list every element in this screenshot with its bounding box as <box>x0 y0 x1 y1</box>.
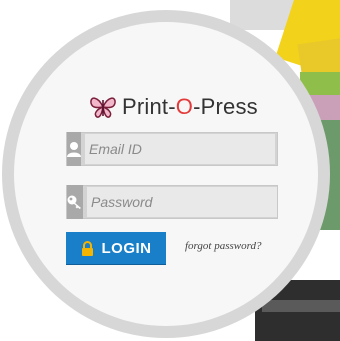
email-field <box>66 132 278 166</box>
brand-name: Print-O-Press <box>122 94 258 120</box>
password-input[interactable] <box>87 187 277 217</box>
brand-name-suffix: -Press <box>193 94 258 119</box>
login-card <box>14 22 318 326</box>
forgot-password-link[interactable]: forgot password? <box>185 240 262 252</box>
email-input[interactable] <box>85 134 275 164</box>
brand-name-o: O <box>175 94 194 119</box>
lock-icon <box>81 240 93 256</box>
key-icon <box>67 185 83 219</box>
password-field <box>66 185 278 219</box>
user-icon <box>67 132 81 166</box>
brand-name-prefix: Print- <box>122 94 176 119</box>
brand-logo: Print-O-Press <box>88 92 258 122</box>
login-button[interactable]: LOGIN <box>66 232 166 264</box>
butterfly-icon <box>90 97 116 118</box>
login-label: LOGIN <box>101 239 152 257</box>
background-shape <box>262 300 340 312</box>
